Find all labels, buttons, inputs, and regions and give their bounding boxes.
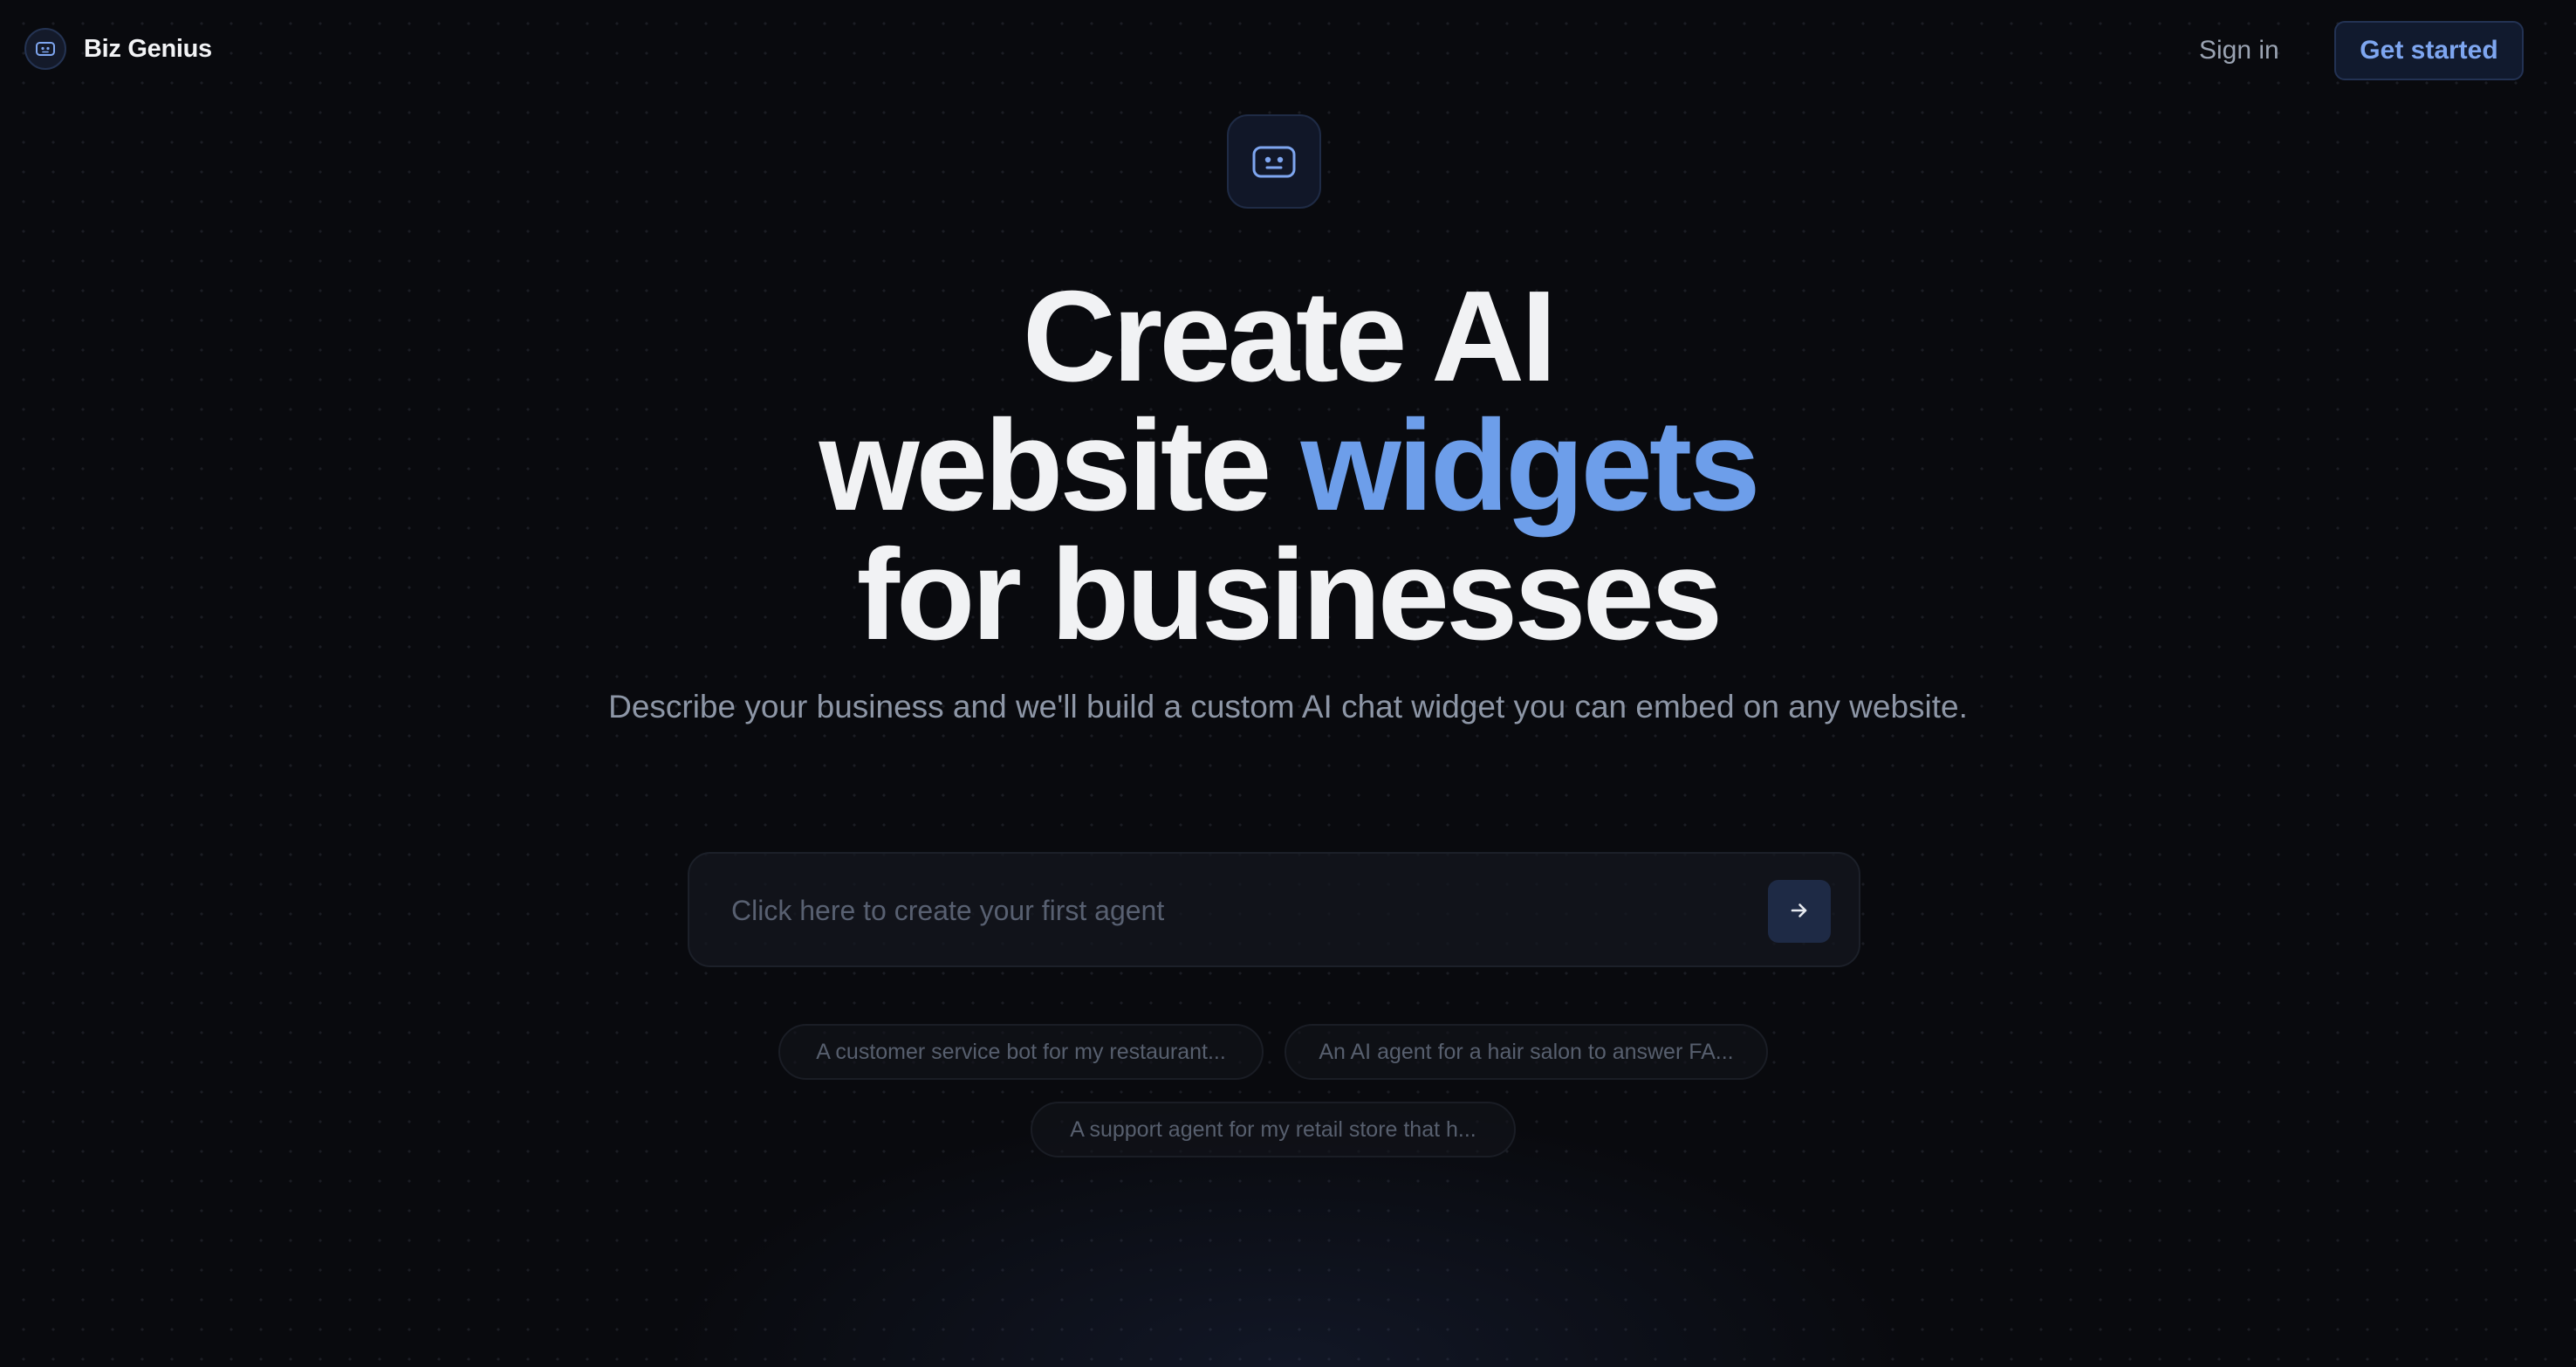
headline-line-3: for businesses <box>856 523 1723 667</box>
arrow-right-icon <box>1786 897 1812 926</box>
hero-subtitle: Describe your business and we'll build a… <box>608 689 1968 725</box>
submit-prompt-button[interactable] <box>1768 880 1831 943</box>
agent-prompt-box <box>688 852 1860 967</box>
sign-in-link[interactable]: Sign in <box>2199 30 2279 72</box>
hero-headline: Create AI website widgets for businesses <box>415 272 2161 660</box>
top-nav: Biz Genius Sign in Get started <box>0 0 2576 101</box>
robot-face-icon <box>24 28 66 70</box>
landing-page: Biz Genius Sign in Get started Create AI… <box>0 0 2576 1367</box>
suggestion-chip[interactable]: A customer service bot for my restaurant… <box>778 1024 1264 1080</box>
suggestion-chip[interactable]: A support agent for my retail store that… <box>1031 1102 1516 1157</box>
get-started-button[interactable]: Get started <box>2334 21 2524 80</box>
suggestion-chip[interactable]: An AI agent for a hair salon to answer F… <box>1285 1024 1768 1080</box>
agent-prompt-input[interactable] <box>731 885 1735 936</box>
headline-line-2-prefix: website <box>819 394 1301 538</box>
headline-line-1: Create AI <box>1022 264 1557 409</box>
brand[interactable]: Biz Genius <box>24 28 212 70</box>
robot-face-icon <box>1227 114 1321 209</box>
brand-name: Biz Genius <box>84 34 212 63</box>
headline-accent-word: widgets <box>1300 394 1761 538</box>
